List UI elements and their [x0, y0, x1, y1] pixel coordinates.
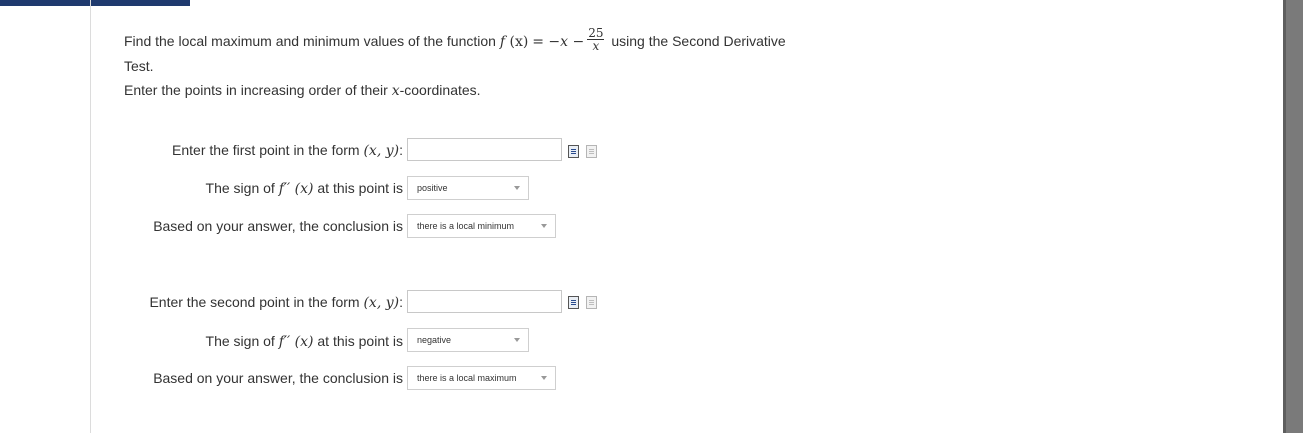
- equals-sign: =: [532, 34, 549, 51]
- question-line-2: Test.: [124, 58, 154, 74]
- point1-conclusion-label: Based on your answer, the conclusion is: [153, 218, 403, 234]
- question-tail: using the Second Derivative: [607, 33, 786, 50]
- fraction-denominator: x: [592, 39, 600, 53]
- point1-sign-label: The sign of f′′ (x) at this point is: [205, 180, 403, 197]
- preview-icon[interactable]: [586, 145, 597, 158]
- second-derivative-symbol: f′′ (x): [278, 181, 314, 197]
- point1-sign-value: positive: [417, 183, 448, 193]
- point2-form: (x, y): [363, 295, 400, 311]
- scrollbar[interactable]: [1283, 0, 1303, 433]
- function-arg: (x): [509, 34, 529, 51]
- equation-editor-icon[interactable]: [568, 296, 579, 309]
- point1-conclusion-select[interactable]: there is a local minimum: [407, 214, 556, 238]
- question-intro: Find the local maximum and minimum value…: [124, 33, 500, 50]
- point2-conclusion-label: Based on your answer, the conclusion is: [153, 370, 403, 386]
- chevron-down-icon: [514, 338, 520, 342]
- point1-conclusion-value: there is a local minimum: [417, 221, 515, 231]
- point2-label: Enter the second point in the form (x, y…: [149, 294, 403, 311]
- top-accent-bar: [0, 0, 190, 6]
- point2-conclusion-value: there is a local maximum: [417, 373, 517, 383]
- instruction-text: Enter the points in increasing order of …: [124, 80, 481, 101]
- fraction: 25 x: [587, 27, 605, 53]
- scrollbar-edge: [1283, 0, 1286, 433]
- question-text: Find the local maximum and minimum value…: [124, 27, 844, 77]
- chevron-down-icon: [541, 224, 547, 228]
- point1-conclusion-row: Based on your answer, the conclusion is: [0, 214, 403, 240]
- chevron-down-icon: [514, 186, 520, 190]
- point2-sign-label: The sign of f′′ (x) at this point is: [205, 333, 403, 350]
- preview-icon[interactable]: [586, 296, 597, 309]
- equation-editor-icon[interactable]: [568, 145, 579, 158]
- point1-form: (x, y): [363, 143, 400, 159]
- point1-sign-row: The sign of f′′ (x) at this point is: [0, 176, 403, 202]
- function-rhs: −x −: [548, 34, 585, 51]
- point2-sign-select[interactable]: negative: [407, 328, 529, 352]
- instruction-var: x: [391, 83, 400, 99]
- second-derivative-symbol: f′′ (x): [278, 334, 314, 350]
- point2-row: Enter the second point in the form (x, y…: [0, 290, 403, 316]
- point1-input[interactable]: [407, 138, 562, 161]
- page: Find the local maximum and minimum value…: [0, 0, 1303, 433]
- point1-row: Enter the first point in the form (x, y)…: [0, 138, 403, 164]
- instruction-before: Enter the points in increasing order of …: [124, 82, 392, 98]
- chevron-down-icon: [541, 376, 547, 380]
- point1-sign-select[interactable]: positive: [407, 176, 529, 200]
- point2-conclusion-row: Based on your answer, the conclusion is: [0, 366, 403, 392]
- point2-sign-row: The sign of f′′ (x) at this point is: [0, 329, 403, 355]
- instruction-after: -coordinates.: [399, 82, 481, 98]
- point2-input[interactable]: [407, 290, 562, 313]
- point2-sign-value: negative: [417, 335, 452, 345]
- point2-conclusion-select[interactable]: there is a local maximum: [407, 366, 556, 390]
- point1-label: Enter the first point in the form (x, y)…: [172, 142, 403, 159]
